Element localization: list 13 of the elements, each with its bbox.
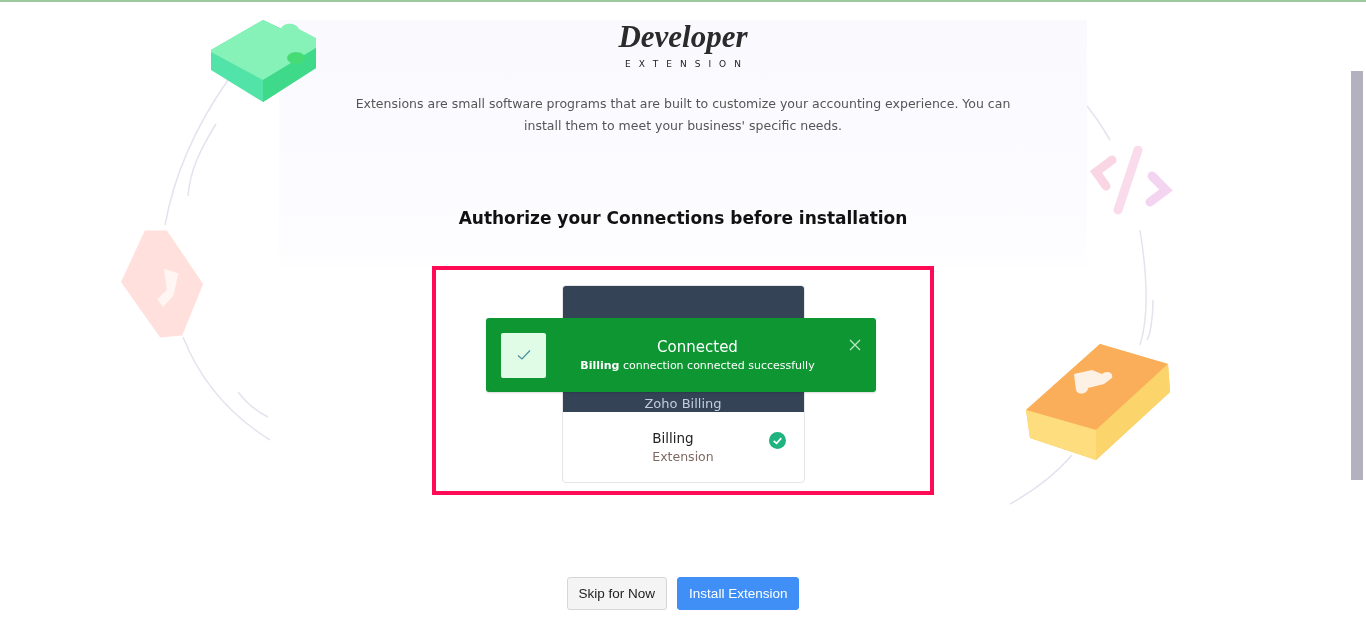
close-icon[interactable] <box>849 339 861 351</box>
check-icon <box>501 332 546 378</box>
service-name: Zoho Billing <box>644 396 722 411</box>
connection-name: Billing <box>652 430 694 446</box>
logo-title: Developer <box>618 21 748 53</box>
toast-message: Billing connection connected successfully <box>580 359 815 372</box>
section-heading: Authorize your Connections before installation <box>458 208 908 228</box>
scrollbar[interactable] <box>1351 71 1363 480</box>
logo-subtitle: EXTENSION <box>624 59 749 69</box>
description-text: Extensions are small software programs that are built to customize your accounting experience. You can install them to meet your business' specific needs. <box>354 95 1012 135</box>
toast-title: Connected <box>657 338 738 356</box>
connection-type: Extension <box>652 449 714 464</box>
skip-button[interactable]: Skip for Now <box>566 577 668 610</box>
